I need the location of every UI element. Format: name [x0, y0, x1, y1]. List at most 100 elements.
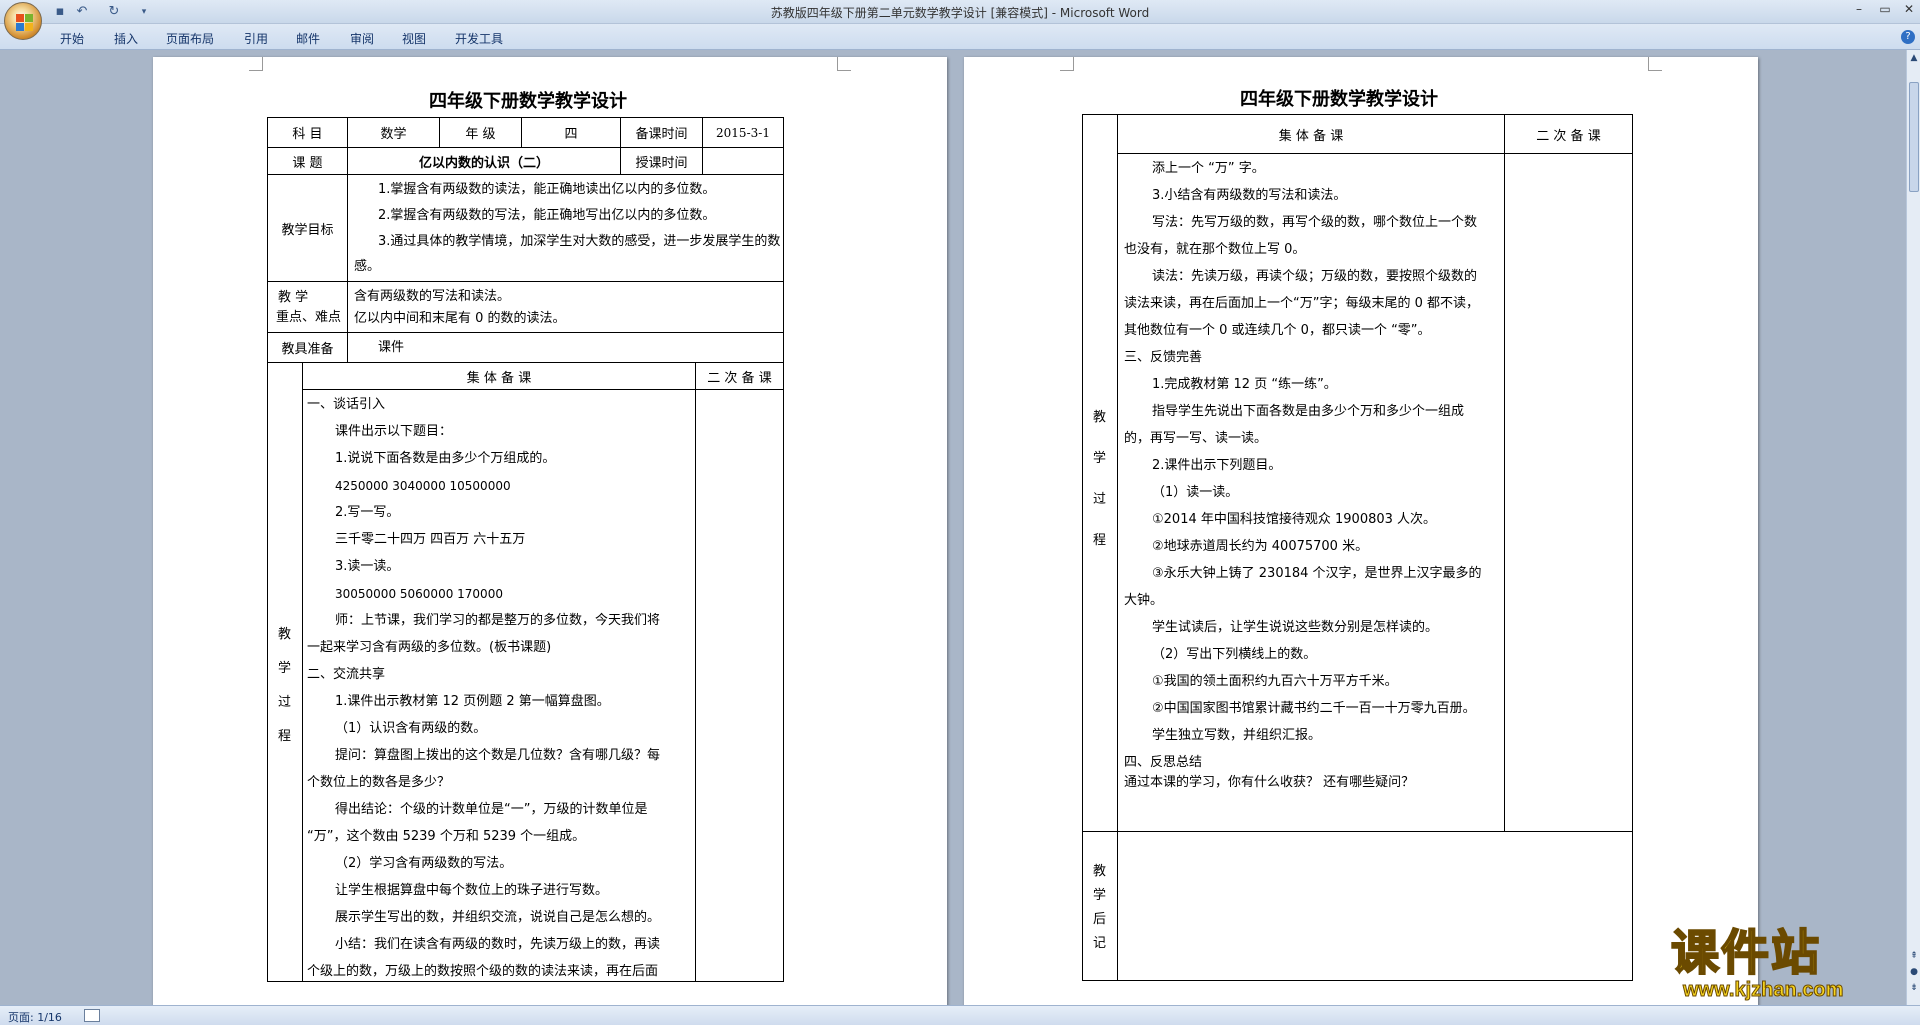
tab-page-layout[interactable]: 页面布局 — [166, 30, 214, 47]
body-line: “万”，这个数由 5239 个万和 5239 个一组成。 — [307, 829, 586, 844]
process-label-char: 学 — [278, 661, 292, 676]
document-area[interactable]: 四年级下册数学教学设计 科 目 数学 年 级 四 备课时间 2015-3-1 课… — [0, 50, 1906, 1005]
body-line: 让学生根据算盘中每个数位上的珠子进行写数。 — [335, 883, 609, 898]
page-title: 四年级下册数学教学设计 — [429, 91, 627, 112]
after-label-char: 记 — [1093, 936, 1107, 951]
topic-label: 课 题 — [267, 147, 348, 175]
process-label-char: 学 — [1093, 451, 1107, 466]
body-line: 小结：我们在读含有两级的数时，先读万级上的数，再读 — [335, 937, 661, 952]
process-label-char: 程 — [1093, 533, 1107, 548]
body-line: ②地球赤道周长约为 40075700 米。 — [1152, 539, 1369, 554]
goal-line: 1.掌握含有两级数的读法，能正确地读出亿以内的多位数。 — [378, 182, 716, 197]
goal-line: 3.通过具体的教学情境，加深学生对大数的感受，进一步发展学生的数 — [378, 234, 781, 249]
tools-label: 教具准备 — [267, 332, 348, 363]
process-label-char: 教 — [278, 627, 292, 642]
scroll-thumb[interactable] — [1909, 82, 1919, 192]
process-label: 教 学 过 程 — [1082, 114, 1118, 832]
body-line: 指导学生先说出下面各数是由多少个万和多少个一组成 — [1152, 404, 1465, 419]
body-line: 30050000 5060000 170000 — [335, 587, 503, 601]
title-bar: ▪ ↶ ↻ ▾ 苏教版四年级下册第二单元数学教学设计 [兼容模式] - Micr… — [0, 0, 1920, 24]
keypoint-line: 亿以内中间和末尾有 0 的数的读法。 — [354, 311, 566, 326]
body-line: 四、反思总结 — [1124, 755, 1203, 770]
close-button[interactable]: ✕ — [1898, 2, 1920, 16]
body-line: 个数位上的数各是多少？ — [307, 775, 451, 790]
body-line: 课件出示以下题目： — [335, 424, 453, 439]
vertical-scrollbar[interactable]: ▲ ⇞ ● ⇟ — [1906, 50, 1920, 1005]
grade-value: 四 — [521, 117, 621, 148]
proofing-icon[interactable] — [84, 1009, 100, 1022]
body-line: 一起来学习含有两级的多位数。(板书课题) — [307, 640, 552, 655]
page-count[interactable]: 页面: 1/16 — [8, 1009, 62, 1025]
goal-line: 感。 — [354, 259, 381, 274]
office-button[interactable] — [4, 2, 42, 40]
tab-references[interactable]: 引用 — [244, 30, 268, 47]
teach-time-label: 授课时间 — [620, 147, 703, 175]
body-line: 一、谈话引入 — [307, 397, 386, 412]
body-line: 4250000 3040000 10500000 — [335, 479, 511, 493]
browse-object-icon[interactable]: ● — [1908, 966, 1920, 978]
second-body — [1504, 153, 1633, 832]
body-line: 大钟。 — [1124, 593, 1164, 608]
prep-time-label: 备课时间 — [620, 117, 703, 148]
body-line: 通过本课的学习，你有什么收获？ 还有哪些疑问？ — [1124, 775, 1415, 790]
keypoint-line: 含有两级数的写法和读法。 — [354, 289, 511, 304]
tools-cell: 课件 — [347, 332, 784, 363]
goals-cell: 1.掌握含有两级数的读法，能正确地读出亿以内的多位数。 2.掌握含有两级数的写法… — [347, 174, 784, 282]
tools-value: 课件 — [378, 340, 405, 355]
body-line: 1.完成教材第 12 页 “练一练”。 — [1152, 377, 1337, 392]
scroll-up-icon[interactable]: ▲ — [1908, 52, 1920, 64]
after-label-char: 教 — [1093, 864, 1107, 879]
body-line: 的，再写一写、读一读。 — [1124, 431, 1268, 446]
body-line: ①我国的领土面积约九百六十万平方千米。 — [1152, 674, 1398, 689]
tab-developer[interactable]: 开发工具 — [455, 30, 503, 47]
body-line: 1.说说下面各数是由多少个万组成的。 — [335, 451, 556, 466]
goals-label: 教学目标 — [267, 174, 348, 282]
maximize-button[interactable]: ▭ — [1874, 2, 1896, 16]
keypoints-label-line: 教 学 — [278, 290, 309, 305]
grade-label: 年 级 — [439, 117, 522, 148]
tab-review[interactable]: 审阅 — [350, 30, 374, 47]
body-line: 2.课件出示下列题目。 — [1152, 458, 1282, 473]
second-header: 二 次 备 课 — [1504, 114, 1633, 154]
body-line: 也没有，就在那个数位上写 0。 — [1124, 242, 1306, 257]
help-icon[interactable]: ? — [1901, 30, 1915, 44]
subject-label: 科 目 — [267, 117, 348, 148]
next-page-icon[interactable]: ⇟ — [1908, 982, 1920, 994]
tab-insert[interactable]: 插入 — [114, 30, 138, 47]
office-logo-icon — [16, 14, 24, 22]
process-label-char: 教 — [1093, 410, 1107, 425]
tab-home[interactable]: 开始 — [60, 30, 84, 47]
keypoints-cell: 含有两级数的写法和读法。 亿以内中间和末尾有 0 的数的读法。 — [347, 281, 784, 333]
process-label-char: 程 — [278, 729, 292, 744]
body-line: 提问：算盘图上拨出的这个数是几位数？含有哪几级？每 — [335, 748, 661, 763]
status-bar: 页面: 1/16 — [0, 1005, 1920, 1025]
body-line: 个级上的数，万级上的数按照个级的数的读法来读，再在后面 — [307, 964, 659, 979]
minimize-button[interactable]: – — [1848, 2, 1870, 16]
body-line: 二、交流共享 — [307, 667, 386, 682]
after-class-label: 教 学 后 记 — [1082, 831, 1118, 981]
body-line: 三、反馈完善 — [1124, 350, 1203, 365]
prev-page-icon[interactable]: ⇞ — [1908, 950, 1920, 962]
body-line: （2）学习含有两级数的写法。 — [335, 856, 513, 871]
body-line: 写法：先写万级的数，再写个级的数，哪个数位上一个数 — [1152, 215, 1478, 230]
after-class-body — [1117, 831, 1633, 981]
watermark-url: www.kjzhan.com — [1682, 979, 1844, 1002]
goal-line: 2.掌握含有两级数的写法，能正确地写出亿以内的多位数。 — [378, 208, 716, 223]
margin-corner-mark — [249, 57, 263, 71]
body-line: 读法：先读万级，再读个级；万级的数，要按照个级数的 — [1152, 269, 1478, 284]
body-line: 得出结论：个级的计数单位是“一”，万级的计数单位是 — [335, 802, 648, 817]
document-page-1[interactable]: 四年级下册数学教学设计 科 目 数学 年 级 四 备课时间 2015-3-1 课… — [153, 57, 947, 1005]
office-logo-piece — [16, 23, 24, 31]
collective-body: 一、谈话引入 课件出示以下题目： 1.说说下面各数是由多少个万组成的。 4250… — [302, 389, 696, 982]
office-logo-piece — [25, 14, 33, 22]
margin-corner-mark — [1060, 57, 1074, 71]
body-line: （1）认识含有两级的数。 — [335, 721, 487, 736]
page-title: 四年级下册数学教学设计 — [1240, 89, 1438, 110]
topic-value: 亿以内数的认识（二） — [347, 147, 621, 175]
tab-view[interactable]: 视图 — [402, 30, 426, 47]
body-line: 其他数位有一个 0 或连续几个 0，都只读一个 “零”。 — [1124, 323, 1431, 338]
body-line: 1.课件出示教材第 12 页例题 2 第一幅算盘图。 — [335, 694, 610, 709]
document-page-2[interactable]: 四年级下册数学教学设计 教 学 过 程 集 体 备 课 二 次 备 课 添上一个… — [964, 57, 1758, 1005]
collective-header: 集 体 备 课 — [1117, 114, 1505, 154]
tab-mailings[interactable]: 邮件 — [296, 30, 320, 47]
